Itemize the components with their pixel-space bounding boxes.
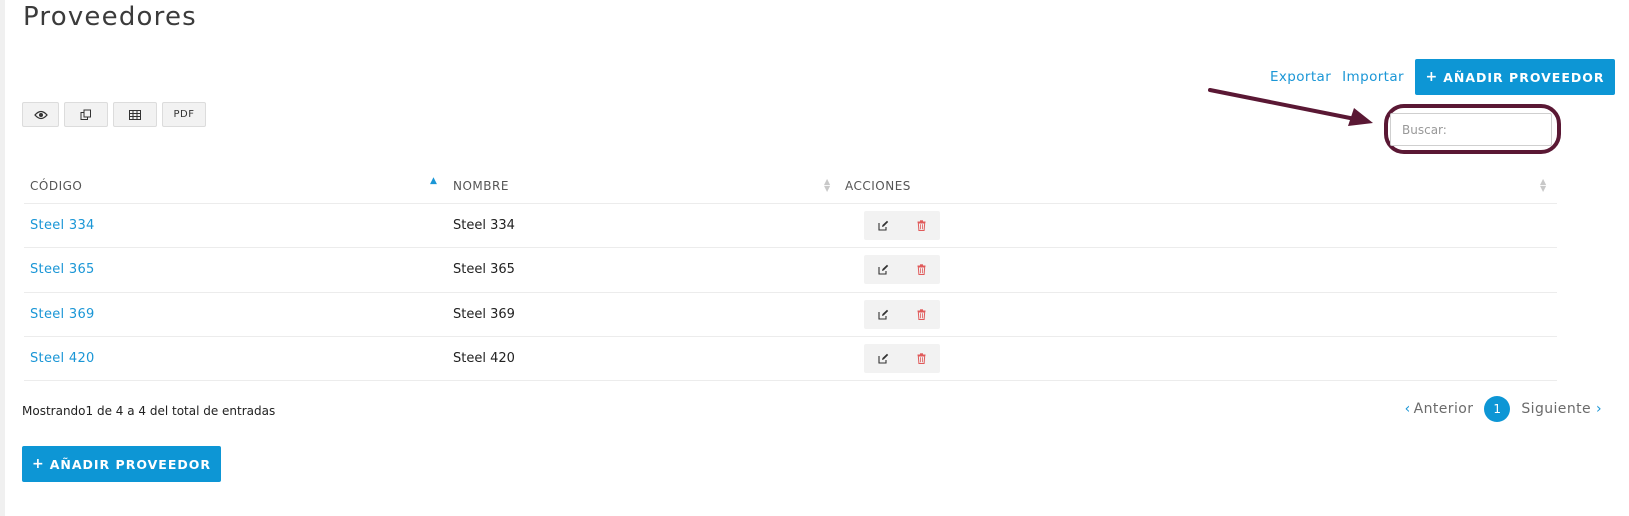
chevron-left-icon: ‹ xyxy=(1404,401,1411,417)
table-row: Steel 334 Steel 334 xyxy=(24,204,1557,249)
next-page-button[interactable]: Siguiente › xyxy=(1521,401,1602,417)
annotation-arrow xyxy=(1208,88,1373,126)
trash-icon xyxy=(917,353,925,364)
add-supplier-label: AÑADIR PROVEEDOR xyxy=(1443,69,1605,85)
plus-icon: + xyxy=(1425,69,1439,85)
pdf-button[interactable]: PDF xyxy=(162,102,206,127)
table-row: Steel 420 Steel 420 xyxy=(24,337,1557,382)
export-toolbar: PDF xyxy=(22,102,211,127)
page-title: Proveedores xyxy=(23,2,197,32)
add-supplier-button-bottom[interactable]: + AÑADIR PROVEEDOR xyxy=(22,446,221,482)
table-row: Steel 369 Steel 369 xyxy=(24,293,1557,337)
supplier-name: Steel 420 xyxy=(453,350,515,366)
delete-button[interactable] xyxy=(902,300,940,329)
pagination: ‹ Anterior 1 Siguiente › xyxy=(1405,396,1602,422)
previous-label: Anterior xyxy=(1413,401,1474,417)
supplier-code-link[interactable]: Steel 420 xyxy=(30,351,95,366)
sort-icon[interactable]: ▲ ▼ xyxy=(824,178,830,193)
supplier-name: Steel 365 xyxy=(453,262,515,278)
excel-button[interactable] xyxy=(113,102,157,127)
previous-page-button[interactable]: ‹ Anterior xyxy=(1405,401,1474,417)
supplier-code-link[interactable]: Steel 365 xyxy=(30,262,95,277)
table-icon xyxy=(129,109,141,120)
edit-button[interactable] xyxy=(864,300,902,329)
row-actions xyxy=(864,343,940,373)
edit-button[interactable] xyxy=(864,255,902,284)
edit-icon xyxy=(877,220,888,231)
add-supplier-button[interactable]: + AÑADIR PROVEEDOR xyxy=(1415,59,1615,95)
table-row: Steel 365 Steel 365 xyxy=(24,248,1557,293)
row-actions xyxy=(864,299,940,329)
delete-button[interactable] xyxy=(902,344,940,373)
chevron-right-icon: › xyxy=(1596,401,1602,417)
copy-icon xyxy=(80,109,91,120)
trash-icon xyxy=(917,308,925,320)
trash-icon xyxy=(917,264,925,276)
view-columns-button[interactable] xyxy=(22,102,59,127)
supplier-name: Steel 369 xyxy=(453,306,515,322)
edit-button[interactable] xyxy=(864,344,902,373)
supplier-name: Steel 334 xyxy=(453,218,515,233)
copy-button[interactable] xyxy=(64,102,108,127)
sort-asc-icon[interactable]: ▲ xyxy=(430,177,437,186)
trash-icon xyxy=(917,220,925,231)
column-header-codigo[interactable]: CÓDIGO xyxy=(30,179,82,193)
supplier-code-link[interactable]: Steel 334 xyxy=(30,218,95,233)
sort-icon[interactable]: ▲ ▼ xyxy=(1540,178,1546,193)
edit-icon xyxy=(877,265,888,275)
row-actions xyxy=(864,211,940,240)
left-edge xyxy=(0,0,5,516)
search-input[interactable] xyxy=(1390,113,1552,146)
page-button-current[interactable]: 1 xyxy=(1484,396,1511,422)
plus-icon: + xyxy=(31,456,45,472)
column-header-acciones[interactable]: ACCIONES xyxy=(845,179,911,193)
row-actions xyxy=(864,255,940,285)
supplier-code-link[interactable]: Steel 369 xyxy=(30,307,95,322)
eye-icon xyxy=(33,110,48,119)
delete-button[interactable] xyxy=(902,255,940,284)
delete-button[interactable] xyxy=(902,211,940,240)
column-header-nombre[interactable]: NOMBRE xyxy=(453,179,509,193)
next-label: Siguiente xyxy=(1521,401,1591,417)
edit-icon xyxy=(877,309,888,320)
edit-icon xyxy=(877,353,888,364)
table-header: CÓDIGO ▲ NOMBRE ▲ ▼ ACCIONES ▲ ▼ xyxy=(24,168,1557,204)
suppliers-table: CÓDIGO ▲ NOMBRE ▲ ▼ ACCIONES ▲ ▼ Steel 334… xyxy=(24,168,1557,382)
add-supplier-label: AÑADIR PROVEEDOR xyxy=(49,456,211,472)
table-info: Mostrando1 de 4 a 4 del total de entrada… xyxy=(22,404,276,418)
edit-button[interactable] xyxy=(864,211,902,240)
